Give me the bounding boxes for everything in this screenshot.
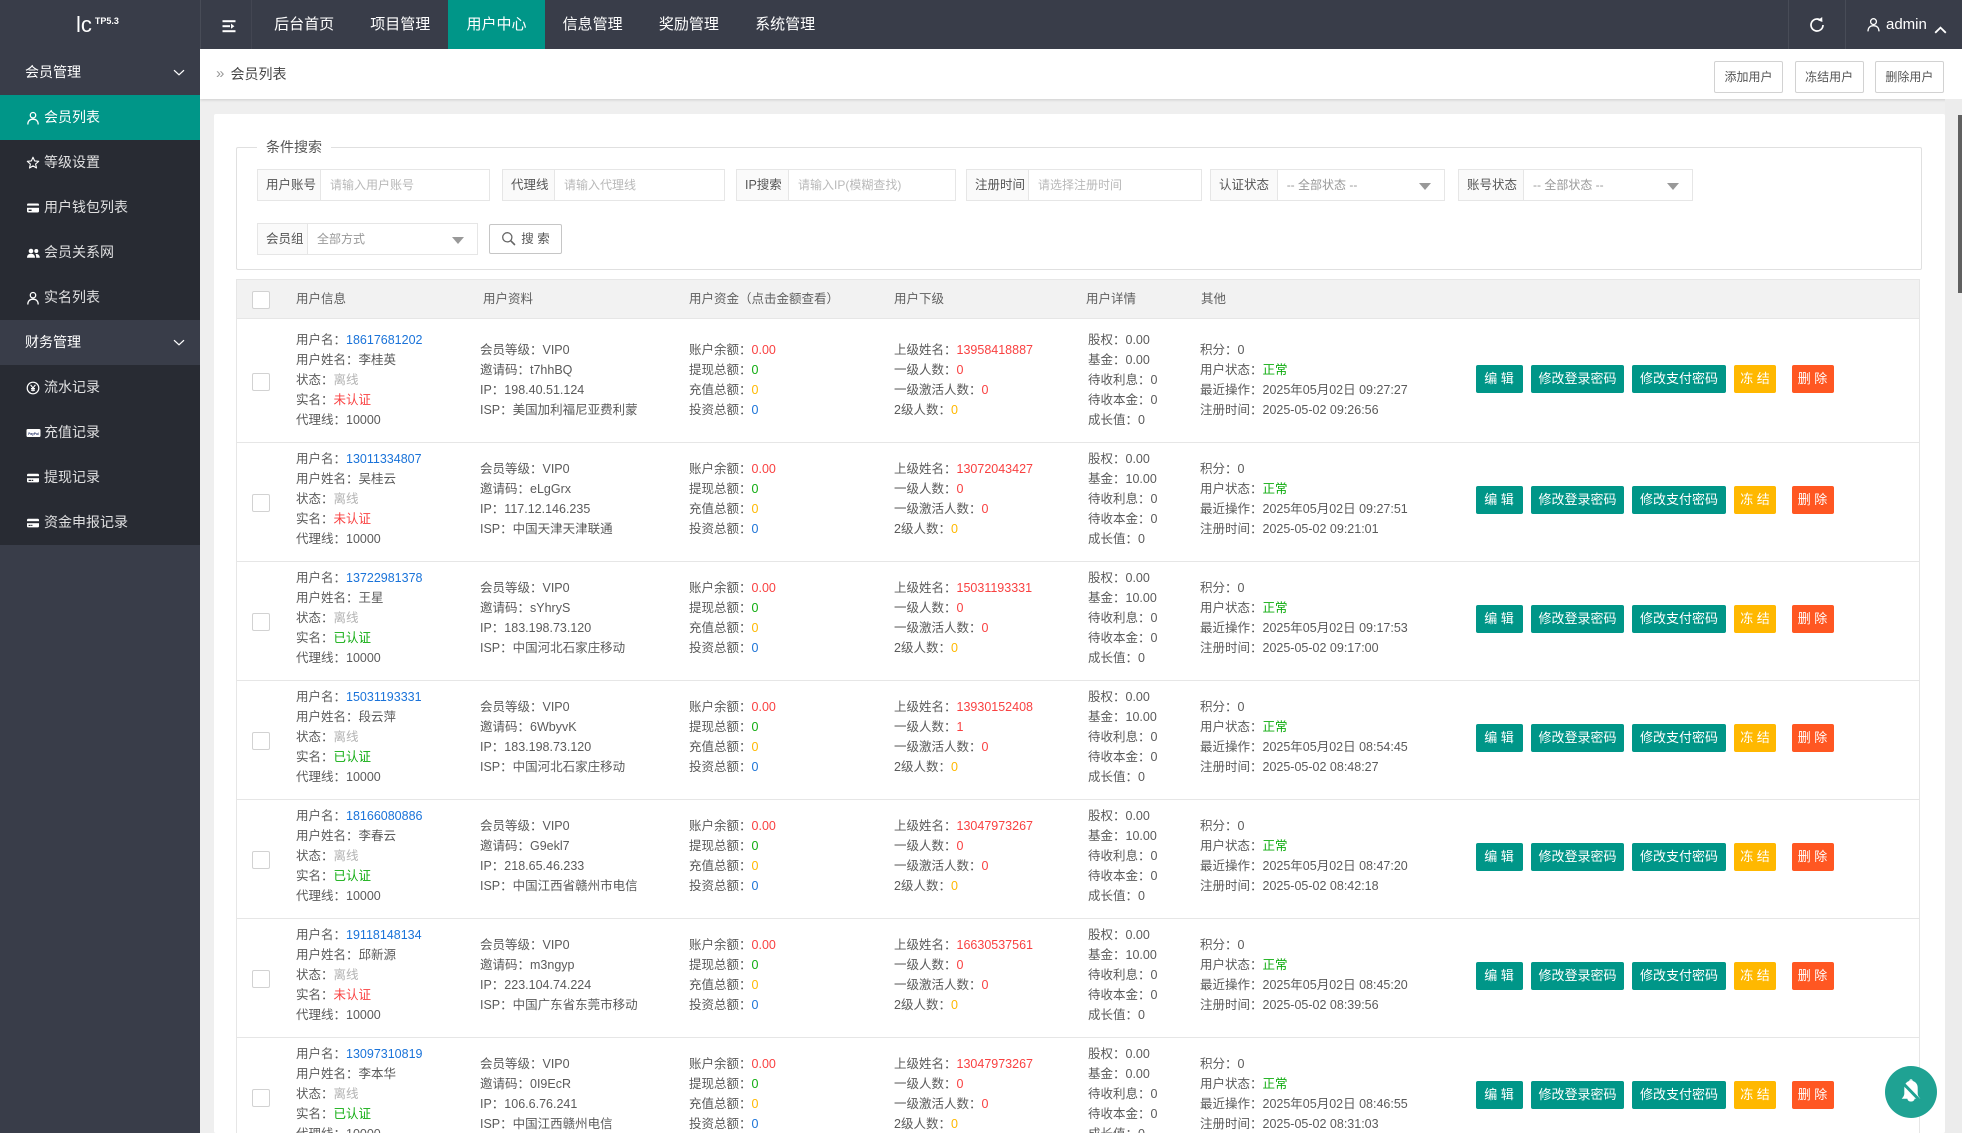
svg-text:PayPal: PayPal xyxy=(28,432,39,436)
